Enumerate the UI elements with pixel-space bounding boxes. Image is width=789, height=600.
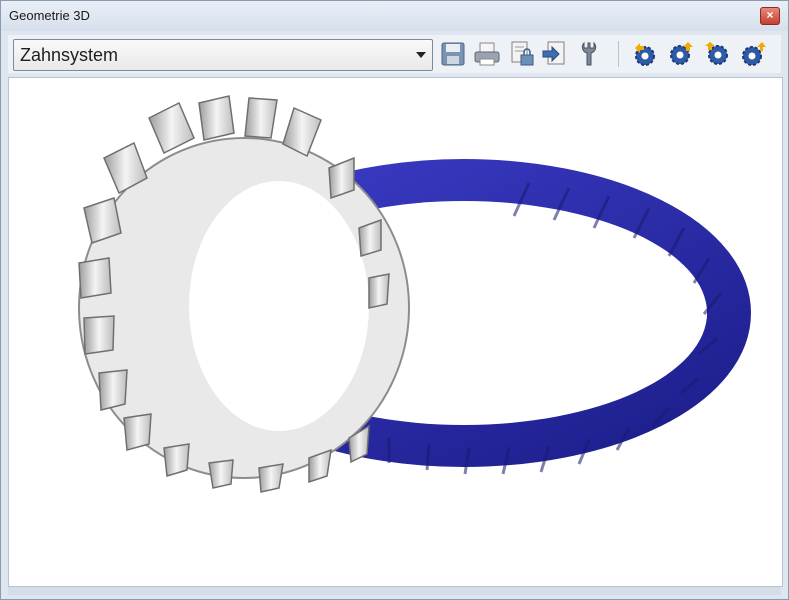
gear-system-select[interactable]: Zahnsystem [13, 39, 433, 71]
gear-settings-icon-3 [705, 42, 728, 65]
gear-settings-icon-1 [635, 43, 655, 66]
chevron-down-icon [416, 52, 426, 58]
geometry-3d-window: Geometrie 3D × Zahnsystem [0, 0, 789, 600]
status-bar [8, 587, 781, 595]
protect-document-button[interactable] [506, 39, 536, 69]
3d-viewport[interactable] [8, 77, 783, 587]
toolbar-separator [618, 41, 619, 67]
print-icon [474, 42, 500, 66]
gear-tool-button-4[interactable] [738, 39, 768, 69]
document-lock-icon [511, 41, 534, 66]
save-button[interactable] [438, 39, 468, 69]
gear-model-render [78, 95, 751, 493]
print-button[interactable] [472, 39, 502, 69]
export-icon [542, 41, 565, 65]
gear-settings-icon-2 [670, 42, 693, 65]
wrench-icon [581, 41, 597, 66]
close-button[interactable]: × [760, 7, 780, 25]
save-icon [441, 42, 465, 66]
gear-settings-icon-4 [742, 42, 766, 66]
title-bar: Geometrie 3D × [1, 1, 788, 31]
window-title: Geometrie 3D [9, 8, 90, 23]
close-icon: × [766, 8, 774, 22]
gear-system-select-value: Zahnsystem [20, 45, 119, 65]
pinion-gear [78, 95, 410, 493]
gear-tool-button-2[interactable] [666, 39, 696, 69]
gear-tool-button-1[interactable] [630, 39, 660, 69]
settings-wrench-button[interactable] [574, 39, 604, 69]
export-button[interactable] [540, 39, 570, 69]
gear-tool-button-3[interactable] [702, 39, 732, 69]
toolbar: Zahnsystem [8, 35, 781, 73]
